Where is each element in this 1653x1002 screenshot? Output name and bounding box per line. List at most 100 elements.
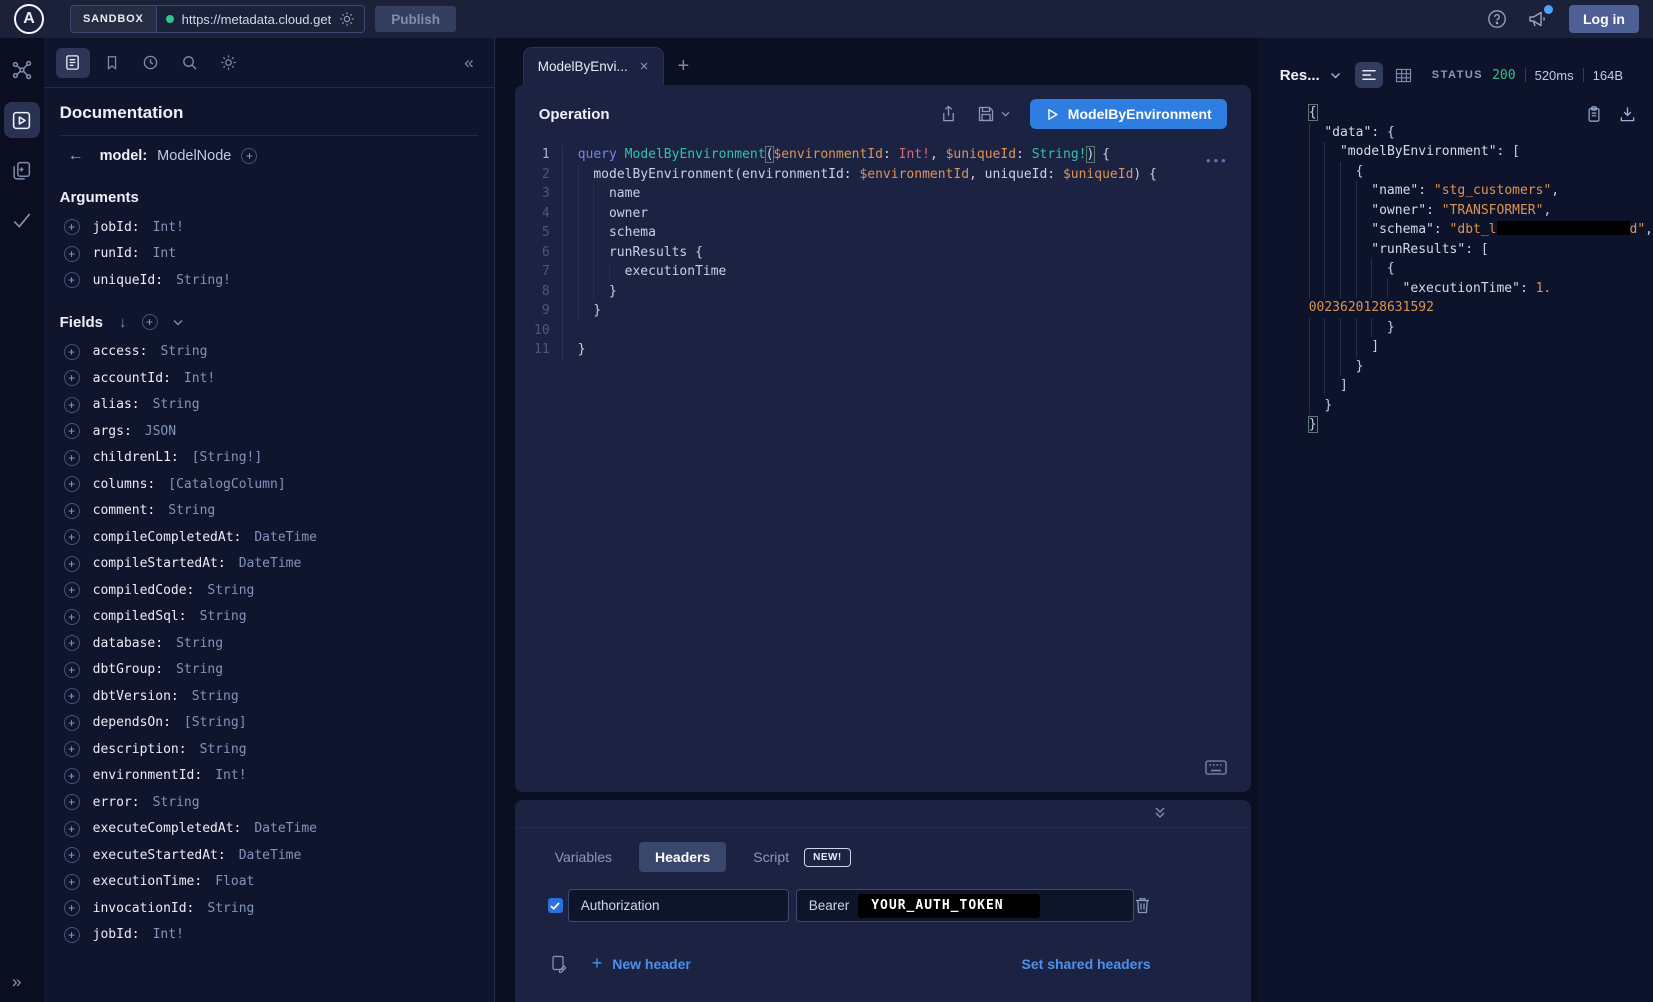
add-field-icon[interactable]: + [64,476,80,492]
save-icon[interactable] [977,105,995,123]
field-row[interactable]: +args:JSON [44,418,494,445]
field-row[interactable]: +accountId:Int! [44,365,494,392]
publish-button[interactable]: Publish [375,6,456,32]
add-field-icon[interactable]: + [64,272,80,288]
edit-document-icon[interactable] [550,955,568,973]
collapse-panel-icon[interactable]: « [464,53,481,73]
table-view-icon[interactable] [1390,62,1418,88]
add-field-icon[interactable]: + [64,821,80,837]
endpoint-url-field[interactable]: https://metadata.cloud.get [157,11,365,27]
set-shared-headers-link[interactable]: Set shared headers [1022,956,1151,972]
field-row[interactable]: +executionTime:Float [44,869,494,896]
field-row[interactable]: +compiledCode:String [44,577,494,604]
tab-script[interactable]: Script [753,849,789,865]
header-name-input[interactable] [568,889,789,922]
new-header-button[interactable]: + New header [592,953,691,974]
endpoint-url[interactable]: https://metadata.cloud.get [182,12,332,27]
field-row[interactable]: +description:String [44,736,494,763]
add-field-icon[interactable]: + [64,927,80,943]
editor-menu-icon[interactable]: ••• [1206,153,1229,168]
tab-variables[interactable]: Variables [555,849,612,865]
field-row[interactable]: +dbtVersion:String [44,683,494,710]
field-row[interactable]: +compileCompletedAt:DateTime [44,524,494,551]
graphql-editor[interactable]: 1query ModelByEnvironment($environmentId… [515,145,1251,360]
explorer-settings-gear-icon[interactable] [212,48,246,78]
documentation-tab-icon[interactable] [56,48,90,78]
download-response-icon[interactable] [1619,105,1636,123]
sidebar-item-operation-collections[interactable] [4,152,40,188]
add-field-icon[interactable]: + [64,688,80,704]
field-row[interactable]: +dbtGroup:String [44,657,494,684]
help-icon[interactable] [1487,9,1507,29]
field-row[interactable]: +alias:String [44,392,494,419]
search-icon[interactable] [173,48,207,78]
add-field-icon[interactable]: + [64,423,80,439]
add-field-icon[interactable]: + [64,874,80,890]
field-row[interactable]: +childrenL1:[String!] [44,445,494,472]
add-field-icon[interactable]: + [64,847,80,863]
field-row[interactable]: +columns:[CatalogColumn] [44,471,494,498]
add-field-icon[interactable]: + [64,582,80,598]
sidebar-item-explorer[interactable] [4,102,40,138]
sidebar-item-schema[interactable] [4,52,40,88]
expand-rail-icon[interactable]: » [12,972,21,992]
add-field-icon[interactable]: + [64,344,80,360]
field-row[interactable]: +uniqueId:String! [44,267,494,294]
field-row[interactable]: +executeStartedAt:DateTime [44,842,494,869]
login-button[interactable]: Log in [1569,5,1639,33]
add-all-fields-icon[interactable]: + [142,314,158,330]
save-chevron-icon[interactable] [1001,111,1010,117]
breadcrumb-type[interactable]: ModelNode [157,148,231,164]
add-field-icon[interactable]: + [64,503,80,519]
response-chevron-icon[interactable] [1330,72,1341,79]
add-field-icon[interactable]: + [64,794,80,810]
add-field-icon[interactable]: + [64,900,80,916]
field-row[interactable]: +comment:String [44,498,494,525]
field-row[interactable]: +compileStartedAt:DateTime [44,551,494,578]
run-operation-button[interactable]: ModelByEnvironment [1030,99,1227,129]
new-tab-icon[interactable]: + [678,56,690,76]
close-tab-icon[interactable]: × [640,58,649,75]
share-icon[interactable] [940,105,957,123]
history-icon[interactable] [134,48,168,78]
add-field-icon[interactable]: + [64,768,80,784]
add-field-icon[interactable]: + [64,741,80,757]
save-group[interactable] [977,105,1010,123]
tab-headers[interactable]: Headers [639,842,726,872]
field-row[interactable]: +environmentId:Int! [44,763,494,790]
add-type-icon[interactable]: + [241,148,257,164]
copy-response-icon[interactable] [1586,105,1602,123]
add-field-icon[interactable]: + [64,609,80,625]
tab-operation[interactable]: ModelByEnvi... × [523,47,664,85]
add-field-icon[interactable]: + [64,715,80,731]
header-value-field[interactable]: Bearer YOUR_AUTH_TOKEN [796,889,1134,922]
back-arrow-icon[interactable]: ← [68,147,84,165]
chevron-down-icon[interactable] [173,319,183,326]
announcements-megaphone-icon[interactable] [1527,9,1549,29]
add-field-icon[interactable]: + [64,635,80,651]
add-field-icon[interactable]: + [64,556,80,572]
field-row[interactable]: +compiledSql:String [44,604,494,631]
add-field-icon[interactable]: + [64,219,80,235]
field-row[interactable]: +invocationId:String [44,895,494,922]
add-field-icon[interactable]: + [64,370,80,386]
field-row[interactable]: +jobId:Int! [44,922,494,949]
add-field-icon[interactable]: + [64,450,80,466]
add-field-icon[interactable]: + [64,662,80,678]
field-row[interactable]: +jobId:Int! [44,214,494,241]
bookmarks-icon[interactable] [95,48,129,78]
connection-settings-gear-icon[interactable] [339,11,355,27]
sidebar-item-checklist[interactable] [4,202,40,238]
delete-header-trash-icon[interactable] [1134,896,1151,915]
field-row[interactable]: +access:String [44,339,494,366]
sort-fields-icon[interactable]: ↓ [119,314,127,331]
add-field-icon[interactable]: + [64,397,80,413]
field-row[interactable]: +runId:Int [44,241,494,268]
field-row[interactable]: +database:String [44,630,494,657]
field-row[interactable]: +executeCompletedAt:DateTime [44,816,494,843]
keyboard-shortcuts-icon[interactable] [1205,759,1227,776]
field-row[interactable]: +dependsOn:[String] [44,710,494,737]
json-view-icon[interactable] [1355,62,1383,88]
add-field-icon[interactable]: + [64,529,80,545]
collapse-bottom-panel-icon[interactable] [1154,806,1166,820]
